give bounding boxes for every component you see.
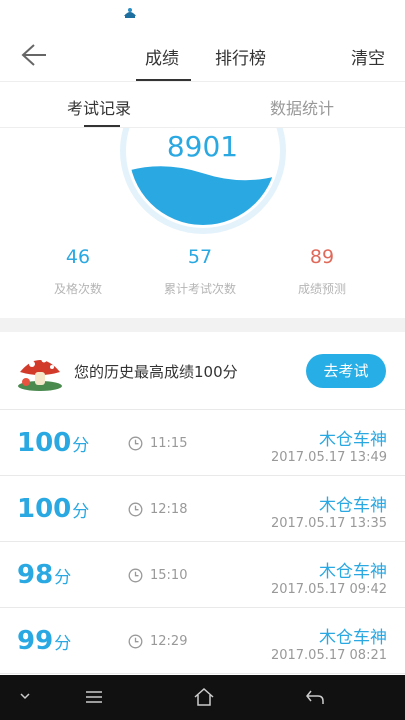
score-unit: 分 bbox=[54, 634, 72, 654]
back-arrow-icon[interactable] bbox=[20, 42, 48, 68]
record-duration: 12:18 bbox=[150, 502, 188, 517]
score-unit: 分 bbox=[72, 436, 90, 456]
record-row[interactable]: 100分 11:15 木仓车神 2017.05.17 13:49 bbox=[0, 410, 405, 476]
section-divider bbox=[0, 318, 405, 332]
score-value: 100 bbox=[17, 494, 72, 524]
mushroom-avatar-icon bbox=[18, 357, 62, 391]
stat-label: 及格次数 bbox=[53, 282, 102, 296]
record-list: 100分 11:15 木仓车神 2017.05.17 13:49 100分 12… bbox=[0, 410, 405, 674]
home-icon[interactable] bbox=[193, 687, 215, 707]
record-score: 100分 bbox=[17, 428, 89, 458]
record-duration: 12:29 bbox=[150, 634, 188, 649]
clear-button[interactable]: 清空 bbox=[351, 44, 385, 69]
subtab-active-indicator bbox=[84, 125, 120, 127]
record-name: 木仓车神 bbox=[319, 496, 387, 516]
stat-value: 89 bbox=[309, 246, 335, 268]
record-row[interactable]: 98分 15:10 木仓车神 2017.05.17 09:42 bbox=[0, 542, 405, 608]
stat-value: 46 bbox=[65, 246, 91, 268]
status-bar bbox=[0, 0, 405, 26]
score-value: 100 bbox=[17, 428, 72, 458]
tab-data-statistics[interactable]: 数据统计 bbox=[270, 95, 334, 119]
chevron-down-icon[interactable] bbox=[19, 691, 31, 701]
menu-icon[interactable] bbox=[84, 687, 104, 707]
top-bar: 成绩 排行榜 清空 bbox=[0, 26, 405, 82]
record-name: 木仓车神 bbox=[319, 562, 387, 582]
record-date: 2017.05.17 09:42 bbox=[270, 582, 387, 597]
record-score: 98分 bbox=[17, 560, 71, 590]
stat-label: 成绩预测 bbox=[297, 282, 346, 296]
record-duration: 15:10 bbox=[150, 568, 188, 583]
stats-panel: 8901 46 及格次数 57 累计考试次数 89 成绩预测 bbox=[0, 128, 405, 318]
clock-icon bbox=[128, 502, 143, 517]
stat-pass-count: 46 及格次数 bbox=[13, 246, 143, 297]
score-unit: 分 bbox=[54, 568, 72, 588]
tab-leaderboard[interactable]: 排行榜 bbox=[215, 44, 266, 69]
score-value: 98 bbox=[17, 560, 54, 590]
record-date: 2017.05.17 13:35 bbox=[270, 516, 387, 531]
record-date: 2017.05.17 08:21 bbox=[270, 648, 387, 663]
best-score-text: 您的历史最高成绩100分 bbox=[74, 363, 238, 381]
clock-icon bbox=[128, 436, 143, 451]
stat-prediction: 89 成绩预测 bbox=[257, 246, 387, 297]
best-score-bar: 您的历史最高成绩100分 去考试 bbox=[0, 332, 405, 410]
gauge-value: 8901 bbox=[166, 130, 239, 163]
system-nav-bar bbox=[0, 675, 405, 720]
stat-value: 57 bbox=[187, 246, 213, 268]
record-score: 100分 bbox=[17, 494, 89, 524]
record-date: 2017.05.17 13:49 bbox=[270, 450, 387, 465]
take-exam-button[interactable]: 去考试 bbox=[306, 354, 386, 388]
record-duration: 11:15 bbox=[150, 436, 188, 451]
app-notification-icon bbox=[124, 8, 136, 18]
record-name: 木仓车神 bbox=[319, 628, 387, 648]
record-name: 木仓车神 bbox=[319, 430, 387, 450]
tab-exam-records[interactable]: 考试记录 bbox=[67, 95, 131, 119]
stat-total-exams: 57 累计考试次数 bbox=[135, 246, 265, 297]
record-row[interactable]: 100分 12:18 木仓车神 2017.05.17 13:35 bbox=[0, 476, 405, 542]
gauge-fill bbox=[129, 166, 277, 225]
record-row[interactable]: 99分 12:29 木仓车神 2017.05.17 08:21 bbox=[0, 608, 405, 674]
clock-icon bbox=[128, 634, 143, 649]
score-unit: 分 bbox=[72, 502, 90, 522]
record-score: 99分 bbox=[17, 626, 71, 656]
nav-back-icon[interactable] bbox=[304, 687, 326, 707]
score-value: 99 bbox=[17, 626, 54, 656]
clock-icon bbox=[128, 568, 143, 583]
sub-tabs: 考试记录 数据统计 bbox=[0, 82, 405, 128]
tab-scores[interactable]: 成绩 bbox=[145, 44, 179, 69]
tab-active-indicator bbox=[136, 79, 191, 81]
stat-label: 累计考试次数 bbox=[163, 282, 236, 296]
